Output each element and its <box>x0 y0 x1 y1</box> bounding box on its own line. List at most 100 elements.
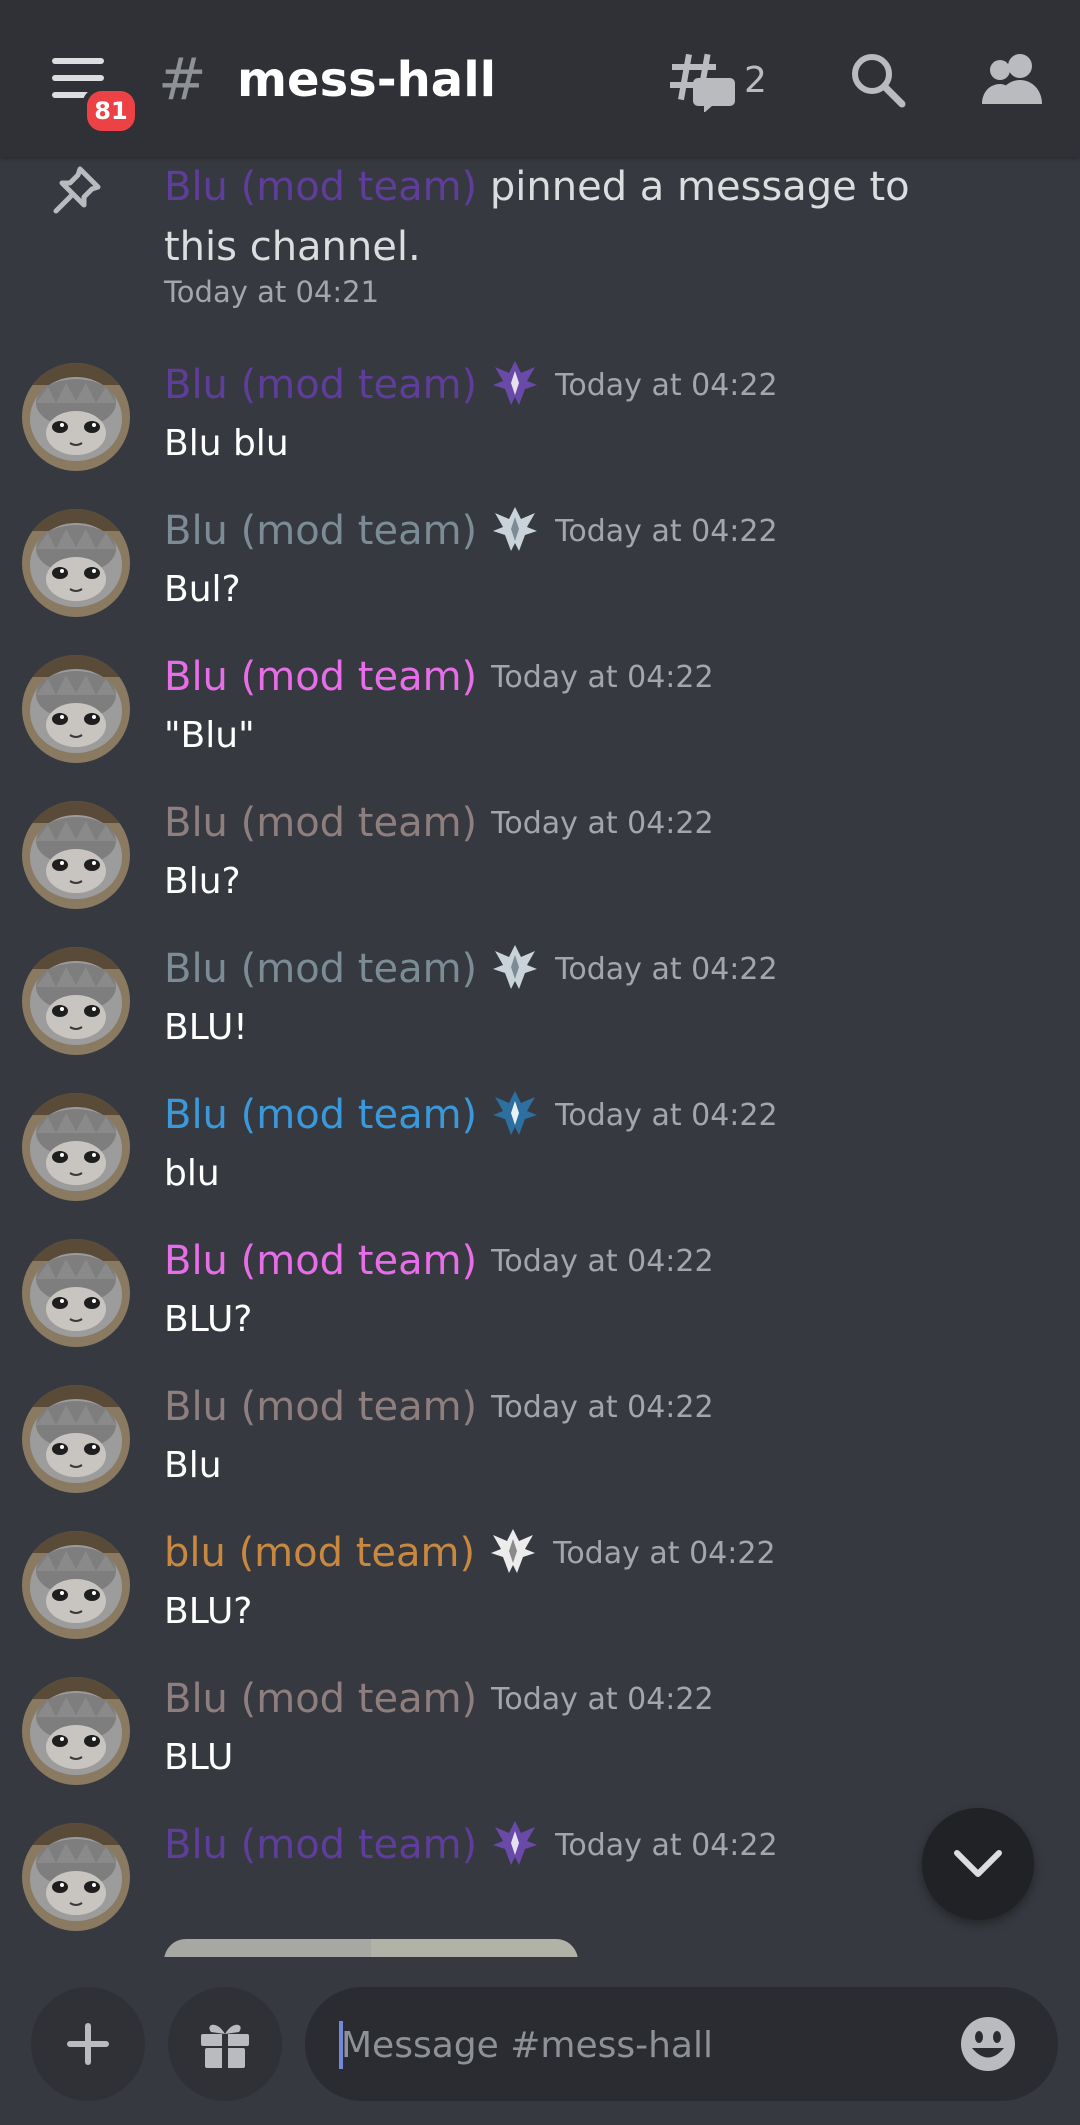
message-content: Blu? <box>164 861 241 902</box>
message-header: Blu (mod team) Today at 04:22 <box>164 355 778 415</box>
message-row[interactable]: Blu (mod team) Today at 04:22 Blu <box>0 1384 1080 1525</box>
message-timestamp: Today at 04:22 <box>555 367 778 403</box>
threads-button[interactable]: 2 <box>668 48 767 112</box>
message-input-wrapper[interactable] <box>305 1987 1058 2101</box>
blue-crest-icon[interactable] <box>477 1087 541 1143</box>
menu-icon-bar <box>52 75 104 81</box>
message-row[interactable]: Blu (mod team) Today at 04:22 BLU <box>0 1676 1080 1817</box>
message-row[interactable]: Blu (mod team) Today at 04:22 Bul? <box>0 507 1080 649</box>
message-timestamp: Today at 04:22 <box>555 513 778 549</box>
message-timestamp: Today at 04:22 <box>491 1389 714 1425</box>
avatar[interactable] <box>22 509 130 617</box>
avatar[interactable] <box>22 1385 130 1493</box>
author-name[interactable]: Blu (mod team) <box>164 501 477 561</box>
threads-icon <box>670 53 735 112</box>
message-content: BLU? <box>164 1299 253 1340</box>
avatar[interactable] <box>22 801 130 909</box>
author-name[interactable]: Blu (mod team) <box>164 1231 477 1291</box>
message-content: BLU? <box>164 1591 253 1632</box>
system-timestamp: Today at 04:21 <box>164 275 380 309</box>
avatar[interactable] <box>22 655 130 763</box>
message-content: BLU <box>164 1737 234 1778</box>
message-timestamp: Today at 04:22 <box>555 951 778 987</box>
attachment-preview[interactable] <box>164 1939 578 1957</box>
message-header: Blu (mod team) Today at 04:22 <box>164 939 778 999</box>
white-crest-icon[interactable] <box>475 1525 539 1581</box>
pin-system-text: Blu (mod team) pinned a message to this … <box>164 157 984 277</box>
message-timestamp: Today at 04:22 <box>491 659 714 695</box>
message-header: Blu (mod team) Today at 04:22 <box>164 501 778 561</box>
channel-header: 81 # mess-hall 2 <box>0 0 1080 157</box>
author-name[interactable]: Blu (mod team) <box>164 793 477 853</box>
text-caret <box>339 2021 343 2069</box>
system-actor[interactable]: Blu (mod team) <box>164 164 477 210</box>
unread-badge: 81 <box>82 86 140 136</box>
silver-crest-icon[interactable] <box>477 941 541 997</box>
author-name[interactable]: Blu (mod team) <box>164 1815 477 1875</box>
message-timestamp: Today at 04:22 <box>555 1827 778 1863</box>
author-name[interactable]: Blu (mod team) <box>164 647 477 707</box>
message-header: blu (mod team) Today at 04:22 <box>164 1523 776 1583</box>
message-header: Blu (mod team) Today at 04:22 <box>164 1231 714 1291</box>
channel-hash-icon: # <box>158 45 207 113</box>
avatar[interactable] <box>22 1823 130 1931</box>
message-row[interactable]: Blu (mod team) Today at 04:22 Blu blu <box>0 361 1080 503</box>
emoji-icon[interactable] <box>959 2015 1017 2073</box>
avatar[interactable] <box>22 1677 130 1785</box>
message-header: Blu (mod team) Today at 04:22 <box>164 1669 714 1729</box>
member-list-button[interactable] <box>980 50 1044 114</box>
chevron-down-icon <box>954 1850 1002 1877</box>
search-icon <box>852 54 906 108</box>
avatar[interactable] <box>22 1531 130 1639</box>
avatar[interactable] <box>22 1239 130 1347</box>
purple-crest-icon[interactable] <box>477 357 541 413</box>
message-header: Blu (mod team) Today at 04:22 <box>164 1085 778 1145</box>
message-timestamp: Today at 04:22 <box>491 805 714 841</box>
avatar[interactable] <box>22 1093 130 1201</box>
plus-icon <box>67 2023 109 2065</box>
message-header: Blu (mod team) Today at 04:22 <box>164 647 714 707</box>
purple-crest-icon[interactable] <box>477 1817 541 1873</box>
menu-icon <box>52 58 104 64</box>
discord-app: 81 # mess-hall 2 Blu (mod team) pinned a… <box>0 0 1080 2125</box>
message-row[interactable]: Blu (mod team) Today at 04:22 "Blu" <box>0 654 1080 795</box>
threads-count: 2 <box>744 59 767 101</box>
message-timestamp: Today at 04:22 <box>491 1243 714 1279</box>
author-name[interactable]: Blu (mod team) <box>164 355 477 415</box>
message-content: blu <box>164 1153 220 1194</box>
message-timestamp: Today at 04:22 <box>555 1097 778 1133</box>
message-content: Blu <box>164 1445 222 1486</box>
author-name[interactable]: Blu (mod team) <box>164 1669 477 1729</box>
message-input[interactable] <box>339 2009 943 2081</box>
message-header: Blu (mod team) Today at 04:22 <box>164 1377 714 1437</box>
author-name[interactable]: Blu (mod team) <box>164 939 477 999</box>
message-row[interactable]: Blu (mod team) Today at 04:22 BLU! <box>0 945 1080 1087</box>
avatar[interactable] <box>22 363 130 471</box>
channel-title: mess-hall <box>237 52 497 108</box>
message-header: Blu (mod team) Today at 04:22 <box>164 793 714 853</box>
add-attachment-button[interactable] <box>31 1987 145 2101</box>
message-content: BLU! <box>164 1007 248 1048</box>
avatar[interactable] <box>22 947 130 1055</box>
message-row[interactable]: Blu (mod team) Today at 04:22 <box>0 1821 1080 1957</box>
members-icon <box>982 54 1042 104</box>
silver-crest-icon[interactable] <box>477 503 541 559</box>
message-row[interactable]: Blu (mod team) Today at 04:22 Blu? <box>0 800 1080 941</box>
gift-icon <box>201 2024 249 2068</box>
message-content: Bul? <box>164 569 241 610</box>
message-content: Blu blu <box>164 423 289 464</box>
author-name[interactable]: Blu (mod team) <box>164 1377 477 1437</box>
pin-icon <box>53 166 101 214</box>
message-row[interactable]: Blu (mod team) Today at 04:22 BLU? <box>0 1238 1080 1379</box>
message-list[interactable]: Blu (mod team) pinned a message to this … <box>0 157 1080 1957</box>
message-content: "Blu" <box>164 715 255 756</box>
gift-button[interactable] <box>168 1987 282 2101</box>
author-name[interactable]: Blu (mod team) <box>164 1085 477 1145</box>
message-row[interactable]: blu (mod team) Today at 04:22 BLU? <box>0 1529 1080 1671</box>
search-button[interactable] <box>848 50 908 114</box>
message-row[interactable]: Blu (mod team) Today at 04:22 blu <box>0 1091 1080 1233</box>
message-timestamp: Today at 04:22 <box>491 1681 714 1717</box>
message-composer <box>0 1957 1080 2125</box>
jump-to-bottom-button[interactable] <box>922 1808 1034 1920</box>
author-name[interactable]: blu (mod team) <box>164 1523 475 1583</box>
